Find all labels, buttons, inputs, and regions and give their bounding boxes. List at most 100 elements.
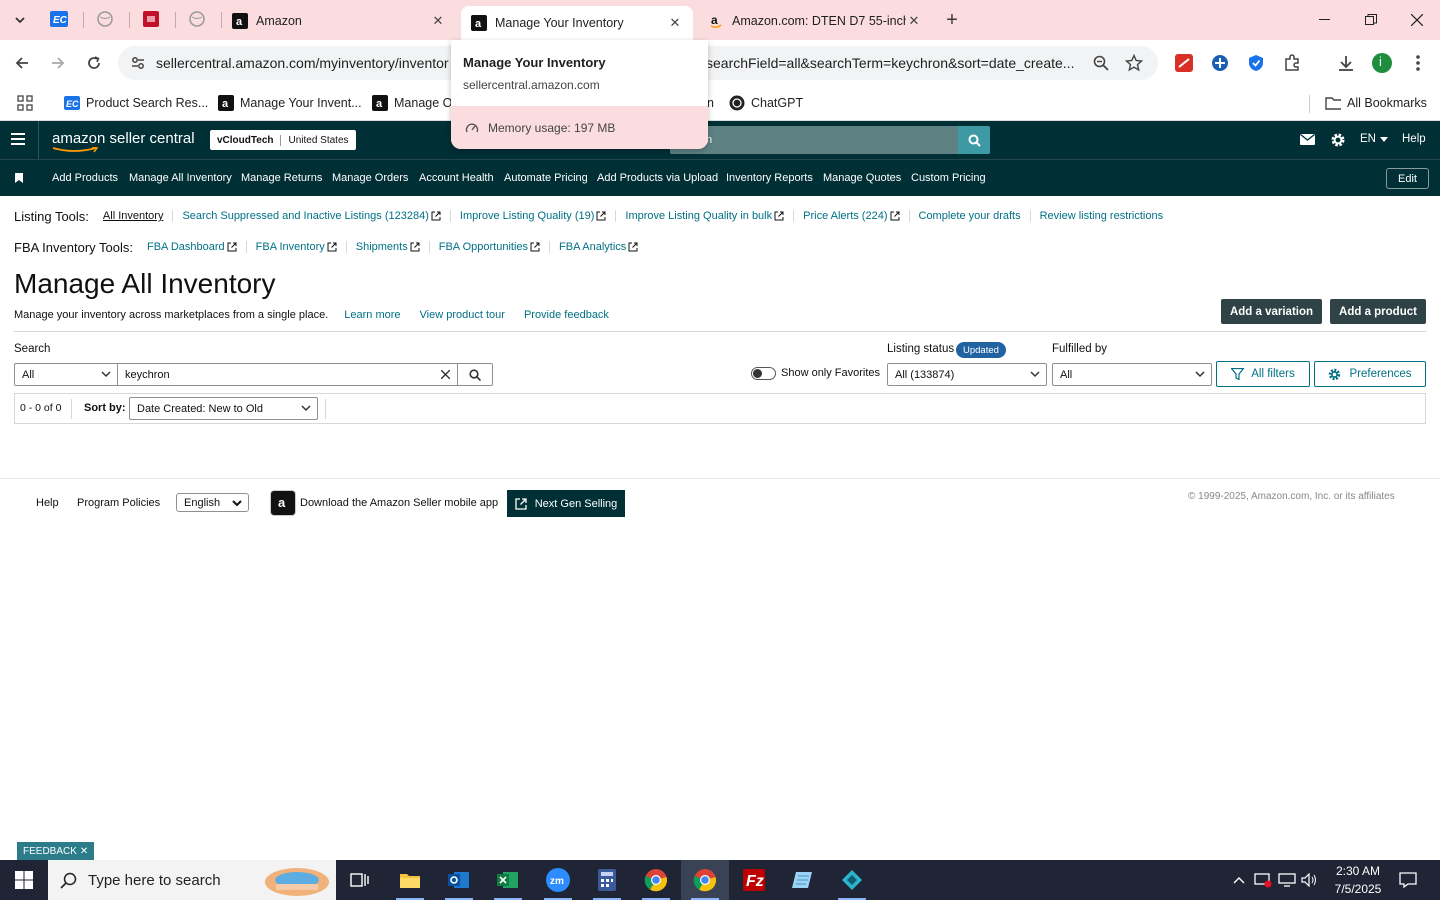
global-search-button[interactable] (958, 126, 990, 154)
bookmark-manage-inventory[interactable]: a Manage Your Invent... (218, 92, 362, 114)
add-product-button[interactable]: Add a product (1330, 299, 1426, 324)
back-icon[interactable] (9, 50, 35, 76)
settings-gear-icon[interactable] (1330, 132, 1346, 151)
tab-manage-inventory[interactable]: a Manage Your Inventory ✕ (461, 6, 693, 40)
link-improve-quality[interactable]: Improve Listing Quality (19) (460, 210, 607, 222)
help-link[interactable]: Help (1402, 133, 1426, 145)
shield-extension-icon[interactable] (1245, 52, 1267, 74)
footer-language-select[interactable]: English (176, 493, 249, 512)
nav-manage-all-inventory[interactable]: Manage All Inventory (129, 172, 232, 184)
product-tour-link[interactable]: View product tour (420, 309, 505, 321)
download-icon[interactable] (1335, 52, 1357, 74)
bookmark-manage-orders[interactable]: a Manage O (372, 92, 452, 114)
next-gen-selling-button[interactable]: Next Gen Selling (507, 490, 625, 517)
mail-icon[interactable] (1300, 133, 1315, 148)
close-tab-icon[interactable]: ✕ (430, 13, 446, 29)
network-icon[interactable] (1276, 860, 1298, 900)
nav-add-products-upload[interactable]: Add Products via Upload (597, 172, 718, 184)
forward-icon[interactable] (45, 50, 71, 76)
file-explorer-icon[interactable] (386, 860, 434, 900)
extensions-puzzle-icon[interactable] (1281, 52, 1303, 74)
link-suppressed-listings[interactable]: Search Suppressed and Inactive Listings … (182, 210, 441, 222)
close-window-icon[interactable] (1394, 0, 1440, 40)
volume-icon[interactable] (1299, 860, 1321, 900)
pdf-extension-icon[interactable] (1173, 52, 1195, 74)
search-scope-select[interactable]: All (14, 363, 118, 386)
browser-menu-icon[interactable] (1407, 52, 1429, 74)
bookmark-chatgpt[interactable]: ChatGPT (729, 92, 803, 114)
link-price-alerts[interactable]: Price Alerts (224) (803, 210, 899, 222)
profile-avatar[interactable]: i (1371, 52, 1393, 74)
link-review-restrictions[interactable]: Review listing restrictions (1040, 210, 1163, 222)
close-feedback-icon[interactable]: ✕ (80, 846, 88, 857)
task-view-icon[interactable] (336, 860, 384, 900)
search-input[interactable]: keychron (117, 363, 458, 386)
outlook-icon[interactable] (435, 860, 483, 900)
tab-dell-icon[interactable] (142, 10, 160, 28)
seller-app-icon[interactable]: a (270, 490, 296, 516)
mobile-app-link[interactable]: Download the Amazon Seller mobile app (300, 497, 498, 509)
restore-icon[interactable] (1348, 0, 1394, 40)
nav-inventory-reports[interactable]: Inventory Reports (726, 172, 813, 184)
listing-status-select[interactable]: All (133874) (887, 363, 1047, 386)
tab-amazon[interactable]: a Amazon ✕ (222, 6, 456, 36)
taskbar-clock[interactable]: 2:30 AM 7/5/2025 (1326, 862, 1390, 898)
taskbar-search-input[interactable]: Type here to search (48, 860, 336, 900)
edit-nav-button[interactable]: Edit (1386, 168, 1429, 189)
tab-dten[interactable]: a Amazon.com: DTEN D7 55-inch ✕ (698, 6, 932, 36)
new-tab-icon[interactable]: + (940, 8, 964, 32)
bookmark-product-search[interactable]: EC Product Search Res... (64, 92, 208, 114)
windows-start-icon[interactable] (0, 860, 48, 900)
close-tab-icon[interactable]: ✕ (906, 13, 922, 29)
link-all-inventory[interactable]: All Inventory (103, 210, 164, 222)
feedback-tab[interactable]: FEEDBACK ✕ (17, 842, 95, 860)
nav-manage-returns[interactable]: Manage Returns (241, 172, 322, 184)
footer-help-link[interactable]: Help (36, 497, 59, 509)
link-shipments[interactable]: Shipments (356, 241, 420, 253)
close-tab-icon[interactable]: ✕ (667, 15, 683, 31)
global-search-input[interactable]: n (670, 126, 990, 154)
minimize-icon[interactable] (1302, 0, 1348, 40)
reload-icon[interactable] (81, 50, 107, 76)
fulfilled-by-select[interactable]: All (1052, 363, 1212, 386)
nav-manage-quotes[interactable]: Manage Quotes (823, 172, 901, 184)
nav-manage-orders[interactable]: Manage Orders (332, 172, 408, 184)
filezilla-icon[interactable]: Fz (730, 860, 778, 900)
all-bookmarks[interactable]: All Bookmarks (1325, 92, 1427, 114)
calculator-icon[interactable] (583, 860, 631, 900)
zoom-app-icon[interactable]: zm (534, 860, 582, 900)
search-submit-button[interactable] (457, 363, 493, 386)
provide-feedback-link[interactable]: Provide feedback (524, 309, 609, 321)
nav-account-health[interactable]: Account Health (419, 172, 494, 184)
tab-ec-icon[interactable]: EC (50, 10, 68, 28)
notepad-icon[interactable] (779, 860, 827, 900)
chrome-icon[interactable] (632, 860, 680, 900)
clear-search-icon[interactable] (441, 370, 450, 379)
sort-by-select[interactable]: Date Created: New to Old (129, 397, 318, 420)
language-selector[interactable]: EN (1360, 133, 1388, 145)
nav-add-products[interactable]: Add Products (52, 172, 118, 184)
link-fba-dashboard[interactable]: FBA Dashboard (147, 241, 237, 253)
link-fba-opportunities[interactable]: FBA Opportunities (439, 241, 540, 253)
link-fba-inventory[interactable]: FBA Inventory (256, 241, 337, 253)
favorites-toggle[interactable] (751, 367, 776, 380)
learn-more-link[interactable]: Learn more (344, 309, 400, 321)
link-fba-analytics[interactable]: FBA Analytics (559, 241, 638, 253)
tab-globe2-icon[interactable] (188, 10, 206, 28)
excel-icon[interactable] (484, 860, 532, 900)
nav-custom-pricing[interactable]: Custom Pricing (911, 172, 986, 184)
link-complete-drafts[interactable]: Complete your drafts (919, 210, 1021, 222)
tray-expand-icon[interactable] (1228, 860, 1250, 900)
tab-search-icon[interactable] (8, 8, 32, 32)
add-variation-button[interactable]: Add a variation (1221, 299, 1322, 324)
seller-central-logo[interactable]: amazon seller central (52, 130, 195, 153)
chrome-active-icon[interactable] (681, 860, 729, 900)
all-filters-button[interactable]: All filters (1216, 361, 1310, 387)
vpn-extension-icon[interactable] (1209, 52, 1231, 74)
preferences-button[interactable]: Preferences (1314, 361, 1426, 387)
network-alert-icon[interactable] (1252, 860, 1274, 900)
bookmark-flag-icon[interactable] (15, 172, 23, 186)
tab-globe-icon[interactable] (96, 10, 114, 28)
hamburger-menu-icon[interactable] (11, 133, 25, 148)
nav-automate-pricing[interactable]: Automate Pricing (504, 172, 588, 184)
